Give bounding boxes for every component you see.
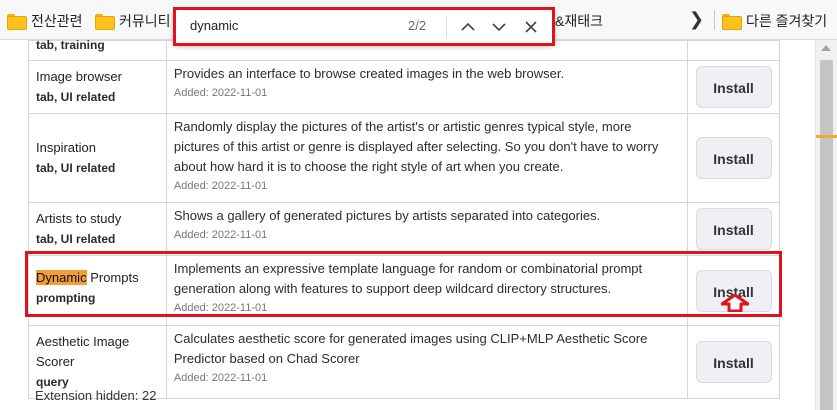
bookmark-divider (714, 10, 715, 30)
scroll-up-icon[interactable] (821, 45, 831, 51)
table-row: Artists to study tab, UI related Shows a… (28, 202, 780, 256)
extension-description: Randomly display the pictures of the art… (173, 119, 659, 174)
annotation-find-box (173, 7, 555, 46)
added-date: Added: 2022-11-01 (173, 372, 268, 384)
find-match-marker (816, 135, 837, 138)
extension-name[interactable]: Artists to study (36, 209, 159, 229)
install-button[interactable]: Install (695, 341, 772, 383)
extension-tags: tab, training (36, 38, 105, 52)
install-button[interactable]: Install (695, 66, 772, 108)
folder-icon (722, 14, 742, 30)
bookmark-folder-other[interactable]: 다른 즐겨찾기 (722, 11, 827, 31)
extension-description: Provides an interface to browse created … (173, 66, 565, 81)
arrow-up-icon (721, 294, 749, 312)
bookmark-folder-finance[interactable]: &재태크 (555, 11, 603, 31)
added-date: Added: 2022-11-01 (173, 180, 268, 192)
chevron-right-icon[interactable]: ❯ (689, 9, 704, 30)
extensions-hidden-count: Extension hidden: 22 (35, 388, 157, 403)
bookmark-folder-community[interactable]: 커뮤니티 (95, 11, 171, 31)
vertical-scrollbar[interactable] (815, 40, 837, 410)
bookmark-label: 커뮤니티 (119, 13, 171, 29)
extension-description: Calculates aesthetic score for generated… (173, 331, 648, 366)
extensions-table: tab, training Image browser tab, UI rela… (28, 38, 780, 399)
scroll-thumb[interactable] (820, 60, 833, 410)
folder-icon (7, 14, 27, 30)
bookmark-label: &재태크 (555, 13, 603, 29)
added-date: Added: 2022-11-01 (173, 87, 268, 99)
extension-name[interactable]: Aesthetic Image Scorer (36, 332, 159, 372)
bookmark-label: 다른 즐겨찾기 (746, 13, 828, 29)
annotation-highlight-box (25, 251, 782, 317)
added-date: Added: 2022-11-01 (173, 229, 268, 241)
install-button[interactable]: Install (695, 137, 772, 179)
table-row: Inspiration tab, UI related Randomly dis… (28, 113, 780, 203)
folder-icon (95, 14, 115, 30)
extension-name[interactable]: Inspiration (36, 138, 159, 158)
install-button[interactable]: Install (695, 208, 772, 250)
table-row: Image browser tab, UI related Provides a… (28, 60, 780, 114)
extension-name[interactable]: Image browser (36, 67, 159, 87)
extension-tags: tab, UI related (36, 90, 116, 104)
extension-tags: tab, UI related (36, 161, 116, 175)
extension-description: Shows a gallery of generated pictures by… (173, 208, 601, 223)
bookmark-label: 전산관련 (31, 13, 83, 29)
bookmark-folder-it[interactable]: 전산관련 (7, 11, 83, 31)
extension-tags: tab, UI related (36, 232, 116, 246)
